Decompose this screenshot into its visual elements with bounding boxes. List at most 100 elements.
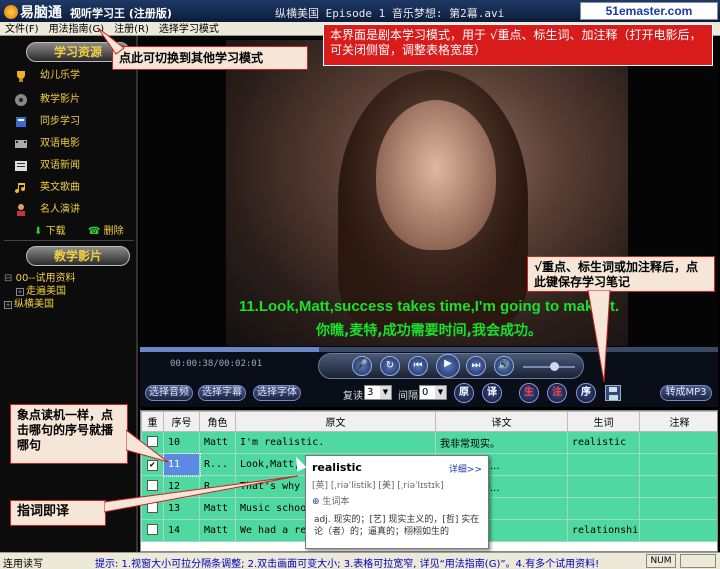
- sidebar-item-teaching-films[interactable]: 教学影片: [15, 92, 80, 108]
- microphone-button[interactable]: 🎤: [352, 356, 372, 376]
- sequence-toggle-button[interactable]: 序: [576, 383, 596, 403]
- next-button[interactable]: ⏭: [466, 356, 486, 376]
- popup-word: realistic: [312, 461, 362, 474]
- num-lock-indicator: NUM: [646, 554, 676, 568]
- book-icon: [16, 117, 26, 127]
- sidebar-item-famous-speeches[interactable]: 名人演讲: [17, 202, 80, 218]
- popup-phonetic: [英] [ˌriəˈlistik] [美] [ˌriəˈlɪstɪk]: [312, 481, 444, 491]
- translation-toggle-button[interactable]: 译: [482, 383, 502, 403]
- col-translation[interactable]: 译文: [435, 411, 568, 432]
- play-button[interactable]: ▶: [436, 354, 460, 378]
- sidebar-item-bilingual-news[interactable]: 双语新闻: [15, 158, 80, 174]
- tree-item-walk-america[interactable]: + 走遍美国: [16, 285, 66, 298]
- row-note[interactable]: [639, 497, 717, 520]
- popup-detail-link[interactable]: 详细>>: [449, 462, 482, 475]
- video-face: [376, 100, 496, 250]
- sidebar-item-kids[interactable]: 幼儿乐学: [17, 68, 80, 84]
- convert-mp3-button[interactable]: 转成MP3: [660, 385, 712, 401]
- tree-expand-icon: ⊟: [4, 273, 13, 284]
- callout-point-translate: 指词即译: [10, 500, 106, 526]
- teaching-films-header[interactable]: 教学影片: [26, 246, 130, 266]
- note-toggle-button[interactable]: 注: [547, 383, 567, 403]
- watermark: 51emaster.com: [580, 2, 718, 20]
- notebook-icon: ⊕: [312, 497, 320, 507]
- row-vocab[interactable]: realistic: [567, 431, 640, 454]
- save-notes-icon[interactable]: [605, 385, 621, 401]
- row-checkbox[interactable]: [141, 519, 164, 542]
- row-number[interactable]: 14: [163, 519, 200, 542]
- row-note[interactable]: [639, 453, 717, 476]
- menu-file[interactable]: 文件(F): [0, 23, 44, 37]
- select-font-button[interactable]: 选择字体: [253, 385, 301, 401]
- row-role: R...: [199, 453, 236, 476]
- download-icon: ⬇: [34, 226, 43, 237]
- player-controls: 00:00:38/00:02:01 🎤 ↻ ⏮ ▶ ⏭ 🔊 选择音频 选择字幕 …: [140, 347, 718, 407]
- callout-repeat-reader-tail: [126, 429, 169, 463]
- status-panel: [680, 554, 716, 568]
- logo-icon: [4, 5, 18, 19]
- expand-icon: +: [4, 301, 12, 309]
- delete-button[interactable]: ☎ 删除: [88, 222, 124, 237]
- film-reel-icon: [15, 94, 27, 106]
- row-vocab[interactable]: relationship: [567, 519, 640, 542]
- select-subtitle-button[interactable]: 选择字幕: [198, 385, 246, 401]
- word-translation-popup: realistic 详细>> [英] [ˌriəˈlistik] [美] [ˌr…: [305, 455, 489, 549]
- video-player[interactable]: 11.Look,Matt,success takes time,I'm goin…: [140, 36, 718, 347]
- delete-icon: ☎: [88, 226, 101, 237]
- status-left: 连用读写: [3, 559, 43, 569]
- volume-slider[interactable]: [523, 366, 575, 368]
- title-bar: 易脑通 视听学习王 (注册版) 纵横美国 Episode 1 音乐梦想: 第2幕…: [0, 0, 720, 22]
- expand-icon: +: [16, 288, 24, 296]
- divider: [4, 240, 134, 241]
- repeat-label: 复读: [343, 391, 363, 402]
- sidebar-item-sync-learning[interactable]: 同步学习: [16, 114, 80, 130]
- col-vocab[interactable]: 生词: [567, 411, 640, 432]
- row-vocab[interactable]: [567, 453, 640, 476]
- table-row[interactable]: 10 Matt I'm realistic. 我非常现实。 realistic: [141, 431, 717, 454]
- news-icon: [15, 161, 27, 171]
- sidebar-item-bilingual-movies[interactable]: 双语电影: [15, 136, 80, 152]
- interval-select[interactable]: 0: [419, 385, 447, 400]
- row-role: Matt: [199, 431, 236, 454]
- col-original[interactable]: 原文: [235, 411, 436, 432]
- volume-icon[interactable]: 🔊: [494, 356, 514, 376]
- vocab-toggle-button[interactable]: 生: [519, 383, 539, 403]
- col-notes[interactable]: 注释: [639, 411, 717, 432]
- row-vocab[interactable]: [567, 475, 640, 498]
- original-toggle-button[interactable]: 原: [454, 383, 474, 403]
- app-logo: 易脑通: [4, 2, 62, 22]
- callout-point-translate-tail: [104, 475, 299, 513]
- row-role: Matt: [199, 519, 236, 542]
- select-audio-button[interactable]: 选择音频: [145, 385, 193, 401]
- progress-bar[interactable]: [140, 347, 718, 352]
- row-vocab[interactable]: [567, 497, 640, 520]
- movie-icon: [15, 140, 27, 148]
- interval-label: 间隔: [398, 391, 418, 402]
- col-role[interactable]: 角色: [199, 411, 236, 432]
- repeat-button[interactable]: ↻: [380, 356, 400, 376]
- row-translation[interactable]: 我非常现实。: [435, 431, 568, 454]
- status-tip: 提示: 1.视窗大小可拉分隔条调整; 2.双击画面可变大小; 3.表格可拉宽窄,…: [95, 559, 600, 569]
- status-bar: 连用读写 提示: 1.视窗大小可拉分隔条调整; 2.双击画面可变大小; 3.表格…: [0, 552, 720, 569]
- sidebar-item-english-songs[interactable]: 英文歌曲: [15, 180, 80, 196]
- callout-script-mode: 本界面是剧本学习模式，用于 √重点、标生词、加注释（打开电影后，可关闭侧窗，调整…: [323, 24, 713, 66]
- window-title: 纵横美国 Episode 1 音乐梦想: 第2幕.avi: [275, 7, 505, 20]
- download-button[interactable]: ⬇ 下载: [34, 222, 66, 237]
- repeat-select[interactable]: 3: [364, 385, 392, 400]
- tree-item-zongheng-america[interactable]: + 纵横美国: [4, 298, 54, 311]
- previous-button[interactable]: ⏮: [408, 356, 428, 376]
- menu-select-mode[interactable]: 选择学习模式: [154, 23, 224, 37]
- callout-switch-mode: 点此可切换到其他学习模式: [112, 46, 308, 70]
- speaker-person-icon: [17, 204, 25, 216]
- row-note[interactable]: [639, 475, 717, 498]
- popup-definition: adj. 现实的；[艺] 现实主义的，[哲] 实在论（者）的；逼真的；栩栩如生的: [314, 515, 480, 537]
- time-display: 00:00:38/00:02:01: [170, 359, 263, 369]
- callout-repeat-reader: 象点读机一样，点击哪句的序号就播哪句: [10, 404, 128, 464]
- subtitle-english: 11.Look,Matt,success takes time,I'm goin…: [238, 298, 620, 315]
- popup-notebook-link[interactable]: ⊕ 生词本: [312, 494, 349, 507]
- tree-item-trial[interactable]: ⊟ 00--试用资料: [4, 272, 76, 285]
- row-note[interactable]: [639, 519, 717, 542]
- row-note[interactable]: [639, 431, 717, 454]
- callout-save-notes-tail: [587, 290, 611, 383]
- row-original[interactable]: I'm realistic.: [235, 431, 436, 454]
